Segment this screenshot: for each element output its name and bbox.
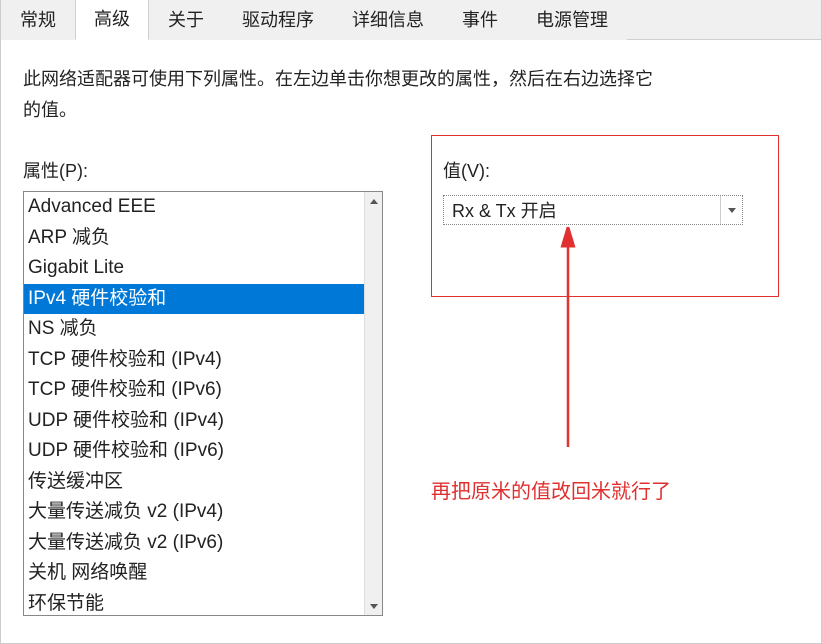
property-label: 属性(P): bbox=[23, 157, 383, 183]
list-item[interactable]: Gigabit Lite bbox=[24, 253, 364, 284]
list-item[interactable]: 大量传送减负 v2 (IPv4) bbox=[24, 497, 364, 528]
tab-content: 此网络适配器可使用下列属性。在左边单击你想更改的属性，然后在右边选择它的值。 属… bbox=[1, 40, 821, 643]
tab-about[interactable]: 关于 bbox=[149, 0, 223, 40]
list-item[interactable]: NS 减负 bbox=[24, 314, 364, 345]
tab-bar: 常规 高级 关于 驱动程序 详细信息 事件 电源管理 bbox=[1, 0, 821, 40]
chevron-down-icon bbox=[728, 208, 736, 213]
property-listbox[interactable]: Advanced EEE ARP 减负 Gigabit Lite IPv4 硬件… bbox=[23, 191, 383, 616]
value-dropdown[interactable]: Rx & Tx 开启 bbox=[443, 195, 743, 225]
list-item[interactable]: IPv4 硬件校验和 bbox=[24, 284, 364, 315]
property-panel: 属性(P): Advanced EEE ARP 减负 Gigabit Lite … bbox=[23, 157, 383, 616]
description-text: 此网络适配器可使用下列属性。在左边单击你想更改的属性，然后在右边选择它的值。 bbox=[23, 64, 663, 125]
tab-power[interactable]: 电源管理 bbox=[517, 0, 627, 40]
chevron-up-icon bbox=[370, 199, 378, 204]
main-area: 属性(P): Advanced EEE ARP 减负 Gigabit Lite … bbox=[23, 157, 799, 616]
annotation-text: 再把原米的值改回米就行了 bbox=[431, 475, 671, 504]
tab-advanced[interactable]: 高级 bbox=[75, 0, 149, 40]
value-panel: 值(V): Rx & Tx 开启 再把原米的值改回米就行了 bbox=[443, 157, 799, 616]
listbox-inner: Advanced EEE ARP 减负 Gigabit Lite IPv4 硬件… bbox=[24, 192, 364, 615]
scroll-up-arrow[interactable] bbox=[365, 192, 382, 210]
tab-driver[interactable]: 驱动程序 bbox=[223, 0, 333, 40]
value-label: 值(V): bbox=[443, 157, 799, 183]
list-item[interactable]: Advanced EEE bbox=[24, 192, 364, 223]
tab-events[interactable]: 事件 bbox=[443, 0, 517, 40]
list-item[interactable]: ARP 减负 bbox=[24, 223, 364, 254]
list-item[interactable]: UDP 硬件校验和 (IPv4) bbox=[24, 406, 364, 437]
scroll-down-arrow[interactable] bbox=[365, 597, 382, 615]
dialog-container: 常规 高级 关于 驱动程序 详细信息 事件 电源管理 此网络适配器可使用下列属性… bbox=[0, 0, 822, 644]
list-item[interactable]: 关机 网络唤醒 bbox=[24, 558, 364, 589]
list-item[interactable]: 传送缓冲区 bbox=[24, 467, 364, 498]
list-item[interactable]: 大量传送减负 v2 (IPv6) bbox=[24, 528, 364, 559]
annotation-arrow-icon bbox=[538, 227, 598, 457]
list-item[interactable]: TCP 硬件校验和 (IPv6) bbox=[24, 375, 364, 406]
value-dropdown-text: Rx & Tx 开启 bbox=[444, 195, 720, 225]
list-item[interactable]: 环保节能 bbox=[24, 589, 364, 617]
scrollbar[interactable] bbox=[364, 192, 382, 615]
tab-details[interactable]: 详细信息 bbox=[333, 0, 443, 40]
tab-general[interactable]: 常规 bbox=[1, 0, 75, 40]
dropdown-arrow[interactable] bbox=[720, 196, 742, 224]
list-item[interactable]: TCP 硬件校验和 (IPv4) bbox=[24, 345, 364, 376]
chevron-down-icon bbox=[370, 604, 378, 609]
list-item[interactable]: UDP 硬件校验和 (IPv6) bbox=[24, 436, 364, 467]
